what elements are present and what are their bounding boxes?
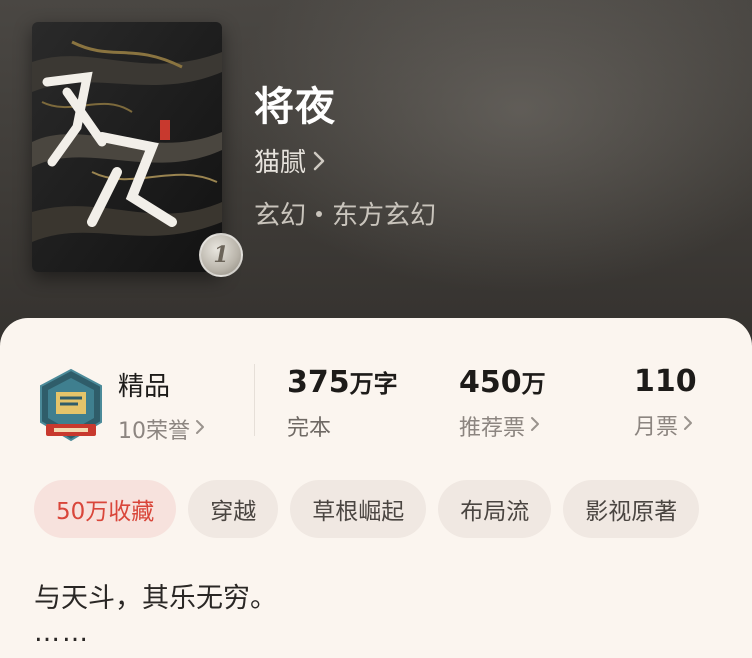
recommend-unit: 万 <box>521 370 546 398</box>
tag-item[interactable]: 影视原著 <box>563 480 700 538</box>
monthly-label: 月票 <box>634 415 679 440</box>
separator-dot <box>316 210 323 217</box>
honor-count: 10荣誉 <box>118 419 190 444</box>
author-link[interactable]: 猫腻 <box>254 142 326 179</box>
cover-count-text: 1 <box>213 242 229 268</box>
word-count-number: 375 <box>287 365 350 400</box>
monthly-stat[interactable]: 110 月票 <box>634 364 697 441</box>
stats-divider <box>254 364 255 436</box>
recommend-number: 450 <box>459 365 522 400</box>
author-name: 猫腻 <box>254 148 307 178</box>
genre-sub: 东方玄幻 <box>332 201 437 231</box>
book-description[interactable]: 与天斗，其乐无穷。 <box>34 576 277 615</box>
recommend-label: 推荐票 <box>459 416 526 441</box>
monthly-number: 110 <box>634 364 697 399</box>
cover-count-badge: 1 <box>199 233 243 277</box>
chevron-right-icon <box>312 150 326 172</box>
info-card: 精品 10荣誉 375万字 完本 450万 推荐票 110 月票 50万收藏 穿… <box>0 318 752 658</box>
tag-collection[interactable]: 50万收藏 <box>34 480 177 538</box>
chevron-right-icon <box>529 414 541 439</box>
book-cover[interactable] <box>32 22 222 272</box>
tag-item[interactable]: 布局流 <box>438 480 552 538</box>
stats-row: 精品 10荣誉 375万字 完本 450万 推荐票 110 月票 <box>0 358 752 444</box>
honor-title: 精品 <box>118 372 171 402</box>
cover-art <box>32 22 222 272</box>
genre-row[interactable]: 玄幻 东方玄幻 <box>254 195 436 232</box>
book-header: 1 将夜 猫腻 玄幻 东方玄幻 <box>0 0 752 360</box>
honor-sub-row: 10荣誉 <box>118 413 206 445</box>
word-count-stat: 375万字 完本 <box>287 364 398 442</box>
tag-item[interactable]: 穿越 <box>188 480 279 538</box>
description-ellipsis[interactable]: …… <box>34 618 90 648</box>
hexagon-badge-icon[interactable] <box>38 368 104 442</box>
word-count-unit: 万字 <box>349 370 398 398</box>
tag-list: 50万收藏 穿越 草根崛起 布局流 影视原著 <box>34 480 700 538</box>
chevron-right-icon <box>194 417 206 442</box>
recommend-stat[interactable]: 450万 推荐票 <box>459 364 546 442</box>
chevron-right-icon <box>682 413 694 438</box>
honor-block[interactable]: 精品 10荣誉 <box>118 366 206 445</box>
tag-item[interactable]: 草根崛起 <box>290 480 427 538</box>
status-complete: 完本 <box>287 416 332 441</box>
book-title: 将夜 <box>254 84 336 130</box>
genre-main: 玄幻 <box>254 201 307 231</box>
